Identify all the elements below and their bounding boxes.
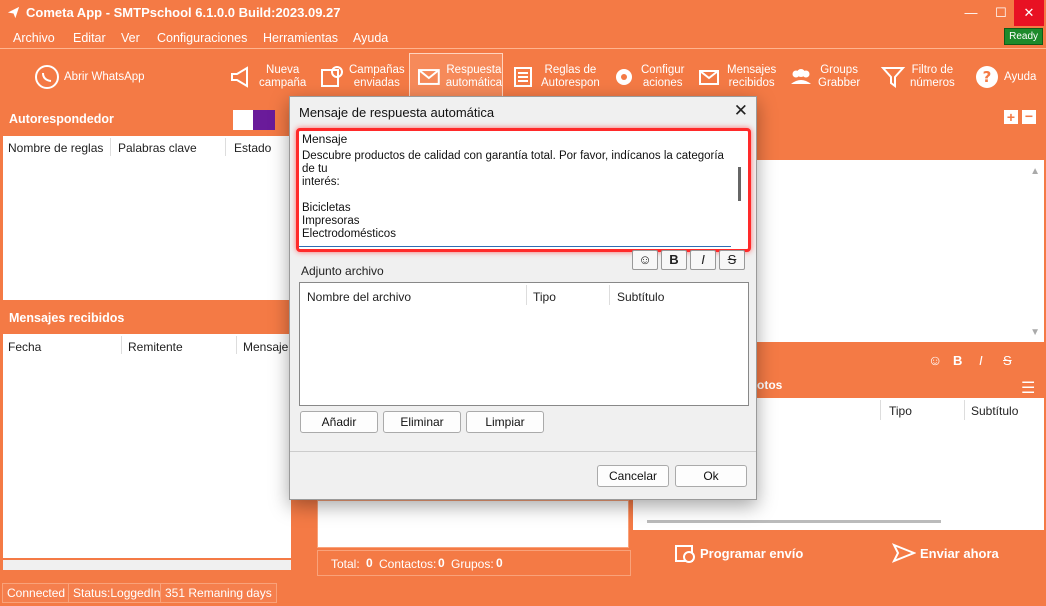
groups-grabber-button[interactable]: Groups Grabber: [788, 53, 860, 101]
emoji-button[interactable]: ☺: [632, 250, 658, 270]
sent-campaigns-button[interactable]: Campañas enviadas: [319, 53, 405, 101]
svg-text:?: ?: [983, 68, 992, 86]
new-campaign-button[interactable]: Nueva campaña: [229, 53, 306, 101]
connection-status: Connected: [2, 583, 71, 603]
settings-button[interactable]: Configur aciones: [611, 53, 684, 101]
status-bar: Connected Status:LoggedIn 351 Remaning d…: [0, 580, 1046, 606]
help-button[interactable]: ? Ayuda: [974, 53, 1036, 101]
strikethrough-button[interactable]: S: [719, 250, 745, 270]
calendar-clock-icon: [675, 545, 695, 563]
menu-herramientas[interactable]: Herramientas: [263, 31, 338, 45]
send-now-button[interactable]: Enviar ahora: [892, 543, 999, 563]
close-button[interactable]: ✕: [1014, 0, 1044, 26]
totals-bar: Total: 0 Contactos: 0 Grupos: 0: [317, 550, 631, 576]
message-textarea[interactable]: Descubre productos de calidad con garant…: [302, 150, 732, 240]
remaining-days: 351 Remaning days: [160, 583, 277, 603]
hamburger-menu-icon[interactable]: ☰: [1021, 378, 1035, 398]
italic-icon[interactable]: I: [979, 353, 983, 368]
color-swatch-white[interactable]: [233, 110, 253, 130]
menu-bar: Archivo Editar Ver Configuraciones Herra…: [0, 26, 1046, 48]
maximize-button[interactable]: ☐: [986, 0, 1016, 26]
italic-button[interactable]: I: [690, 250, 716, 270]
add-attachment-button[interactable]: Añadir: [300, 411, 378, 433]
delete-attachment-button[interactable]: Eliminar: [383, 411, 461, 433]
message-scrollbar[interactable]: [736, 149, 744, 237]
add-icon[interactable]: +: [1004, 110, 1018, 124]
number-filter-button[interactable]: Filtro de números: [880, 53, 955, 101]
received-messages-button[interactable]: Mensajes recibidos: [697, 53, 776, 101]
menu-ver[interactable]: Ver: [121, 31, 140, 45]
horizontal-scrollbar[interactable]: [647, 520, 941, 523]
gear-icon: [616, 69, 632, 85]
column-rule-name[interactable]: Nombre de reglas: [8, 141, 103, 155]
column-keywords[interactable]: Palabras clave: [118, 141, 197, 155]
remove-icon[interactable]: −: [1022, 109, 1036, 124]
list-check-icon: [321, 66, 343, 87]
groups-count: 0: [496, 556, 503, 570]
autoresponder-table: Nombre de reglas Palabras clave Estado: [3, 136, 291, 300]
megaphone-icon: [231, 66, 248, 88]
received-messages-title: Mensajes recibidos: [9, 311, 125, 325]
scroll-down-icon[interactable]: ▼: [1030, 327, 1040, 338]
whatsapp-icon: [35, 65, 59, 89]
column-file-name[interactable]: Nombre del archivo: [307, 290, 411, 304]
column-subtitle[interactable]: Subtítulo: [617, 290, 664, 304]
minimize-button[interactable]: —: [956, 0, 986, 26]
horizontal-scrollbar[interactable]: [3, 560, 291, 570]
autoresponder-rules-button[interactable]: Reglas de Autorespon: [511, 53, 600, 101]
strike-icon[interactable]: S: [1003, 353, 1012, 368]
total-count: 0: [366, 556, 373, 570]
contacts-list: [317, 500, 629, 548]
auto-reply-button[interactable]: Respuesta automática: [409, 53, 503, 101]
column-subtitle[interactable]: Subtítulo: [971, 404, 1018, 418]
column-message[interactable]: Mensaje: [243, 340, 288, 354]
scroll-up-icon[interactable]: ▲: [1030, 166, 1040, 177]
ready-badge: Ready: [1004, 28, 1043, 45]
menu-editar[interactable]: Editar: [73, 31, 106, 45]
autoresponder-title: Autorespondedor: [9, 112, 114, 126]
menu-archivo[interactable]: Archivo: [13, 31, 55, 45]
clear-attachments-button[interactable]: Limpiar: [466, 411, 544, 433]
column-type[interactable]: Tipo: [533, 290, 556, 304]
schedule-send-button[interactable]: Programar envío: [674, 542, 803, 564]
send-icon: [892, 543, 916, 563]
column-status[interactable]: Estado: [234, 141, 271, 155]
dialog-title: Mensaje de respuesta automática: [299, 105, 495, 120]
ok-button[interactable]: Ok: [675, 465, 747, 487]
emoji-icon[interactable]: ☺: [928, 352, 942, 368]
received-messages-table: Fecha Remitente Mensaje: [3, 334, 291, 558]
mail-check-icon: [699, 70, 719, 85]
attachment-label: Adjunto archivo: [301, 264, 384, 278]
title-bar: Cometa App - SMTPschool 6.1.0.0 Build:20…: [0, 0, 1046, 26]
column-sender[interactable]: Remitente: [128, 340, 183, 354]
login-status: Status:LoggedIn: [68, 583, 166, 603]
menu-configuraciones[interactable]: Configuraciones: [157, 31, 247, 45]
open-whatsapp-button[interactable]: Abrir WhatsApp: [34, 53, 145, 101]
message-label: Mensaje: [302, 132, 348, 146]
attachments-title: otos: [757, 378, 783, 392]
app-logo-icon: [7, 6, 20, 19]
contacts-count: 0: [438, 556, 445, 570]
envelope-icon: [417, 69, 440, 85]
attachment-table: Nombre del archivo Tipo Subtítulo: [299, 282, 749, 406]
cancel-button[interactable]: Cancelar: [597, 465, 669, 487]
rules-list-icon: [514, 67, 532, 87]
group-icon: [791, 69, 811, 84]
bold-button[interactable]: B: [661, 250, 687, 270]
funnel-icon: [880, 67, 906, 88]
window-title: Cometa App - SMTPschool 6.1.0.0 Build:20…: [26, 5, 341, 20]
message-preview-area[interactable]: ▲ ▼: [757, 160, 1044, 342]
bold-icon[interactable]: B: [953, 353, 962, 368]
dialog-close-icon[interactable]: ✕: [734, 101, 748, 121]
question-icon: ?: [976, 66, 998, 88]
color-swatch-purple[interactable]: [253, 110, 275, 130]
message-section: Mensaje Descubre productos de calidad co…: [296, 128, 751, 252]
auto-reply-dialog: Mensaje de respuesta automática ✕ Mensaj…: [289, 96, 757, 500]
menu-ayuda[interactable]: Ayuda: [353, 31, 388, 45]
column-type[interactable]: Tipo: [889, 404, 912, 418]
column-date[interactable]: Fecha: [8, 340, 41, 354]
